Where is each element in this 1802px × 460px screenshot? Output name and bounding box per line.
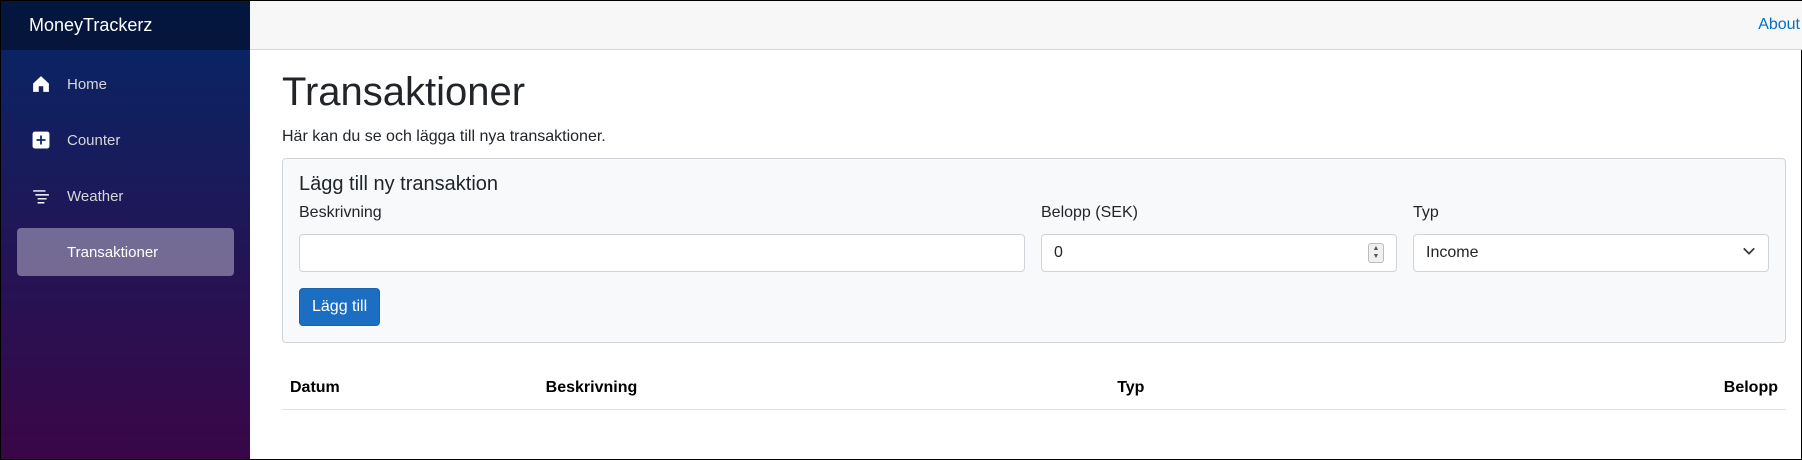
app-window: MoneyTrackerz Home Counter Weather Trans… <box>0 0 1802 460</box>
main-area: About Transaktioner Här kan du se och lä… <box>250 1 1802 459</box>
chevron-down-icon <box>1742 244 1756 263</box>
column-header-datum[interactable]: Datum <box>282 367 538 410</box>
sidebar: MoneyTrackerz Home Counter Weather Trans… <box>1 1 250 459</box>
column-header-belopp[interactable]: Belopp <box>1367 367 1786 410</box>
about-link[interactable]: About <box>1758 16 1800 34</box>
nav-menu: Home Counter Weather Transaktioner <box>1 50 250 276</box>
page-title: Transaktioner <box>282 70 526 114</box>
sidebar-item-label: Counter <box>67 131 121 149</box>
type-selected-value: Income <box>1426 244 1479 261</box>
amount-input[interactable]: 0 ▲ ▼ <box>1041 234 1397 272</box>
sidebar-item-weather[interactable]: Weather <box>17 172 234 220</box>
amount-label: Belopp (SEK) <box>1041 204 1138 221</box>
plus-square-icon <box>31 130 51 150</box>
chevron-up-icon[interactable]: ▲ <box>1373 245 1380 253</box>
chevron-down-icon[interactable]: ▼ <box>1373 253 1380 261</box>
blank-icon <box>31 242 51 262</box>
column-header-beskrivning[interactable]: Beskrivning <box>537 367 1110 410</box>
brand-name[interactable]: MoneyTrackerz <box>29 15 152 36</box>
description-field-group: Beskrivning <box>299 204 1025 272</box>
form-row: Beskrivning Belopp (SEK) 0 ▲ ▼ Typ Incom… <box>299 204 1769 272</box>
number-spinner[interactable]: ▲ ▼ <box>1368 243 1384 263</box>
brand-bar: MoneyTrackerz <box>1 1 250 50</box>
sidebar-item-home[interactable]: Home <box>17 60 234 108</box>
type-field-group: Typ Income <box>1413 204 1769 272</box>
home-icon <box>31 74 51 94</box>
list-icon <box>31 186 51 206</box>
card-title: Lägg till ny transaktion <box>299 173 499 195</box>
sidebar-item-transaktioner[interactable]: Transaktioner <box>17 228 234 276</box>
description-input[interactable] <box>299 234 1025 272</box>
amount-field-group: Belopp (SEK) 0 ▲ ▼ <box>1041 204 1397 272</box>
sidebar-item-label: Home <box>67 75 108 93</box>
type-label: Typ <box>1413 204 1439 221</box>
column-header-typ[interactable]: Typ <box>1109 367 1368 410</box>
amount-value: 0 <box>1054 244 1063 261</box>
sidebar-item-label: Transaktioner <box>67 243 159 261</box>
transactions-table: Datum Beskrivning Typ Belopp <box>282 367 1786 410</box>
sidebar-item-label: Weather <box>67 187 124 205</box>
table-header-row: Datum Beskrivning Typ Belopp <box>282 367 1786 410</box>
page-description: Här kan du se och lägga till nya transak… <box>282 128 606 145</box>
top-row: About <box>250 1 1802 50</box>
add-transaction-card: Lägg till ny transaktion Beskrivning Bel… <box>282 158 1786 343</box>
add-button[interactable]: Lägg till <box>299 288 381 326</box>
type-select[interactable]: Income <box>1413 234 1769 272</box>
page-content: Transaktioner Här kan du se och lägga ti… <box>250 50 1802 410</box>
sidebar-item-counter[interactable]: Counter <box>17 116 234 164</box>
description-label: Beskrivning <box>299 204 382 221</box>
